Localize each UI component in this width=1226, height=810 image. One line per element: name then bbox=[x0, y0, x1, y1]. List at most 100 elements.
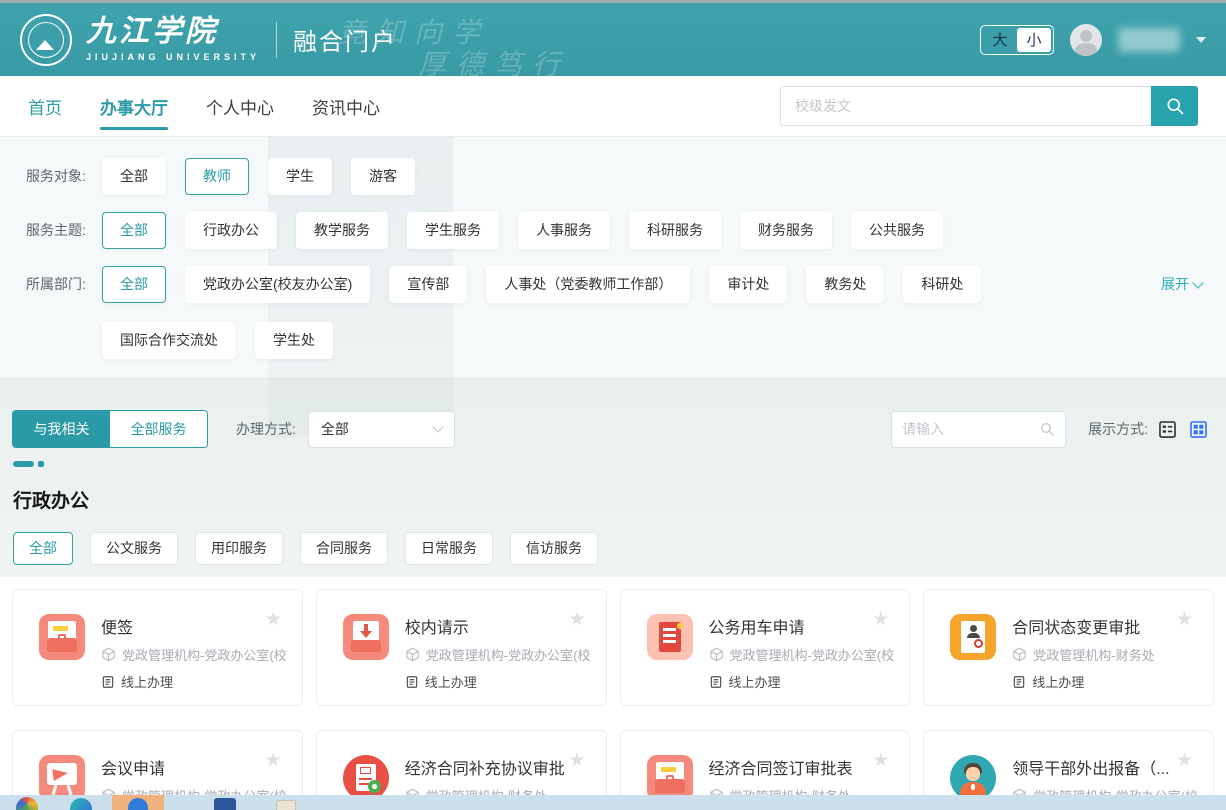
service-card[interactable]: 公务用车申请 党政管理机构-党政办公室(校... 线上办理 ★ bbox=[620, 589, 911, 706]
taskbar-folder-icon[interactable] bbox=[276, 800, 296, 810]
form-icon bbox=[709, 675, 723, 689]
filter-option[interactable]: 教师 bbox=[185, 158, 249, 195]
section-tab-用印服务[interactable]: 用印服务 bbox=[195, 532, 283, 565]
handle-mode-select[interactable]: 全部 bbox=[308, 411, 455, 448]
service-card[interactable]: 合同状态变更审批 党政管理机构-财务处 线上办理 ★ bbox=[923, 589, 1214, 706]
section-tab-全部[interactable]: 全部 bbox=[13, 532, 73, 565]
filter-row: 服务对象:全部教师学生游客 bbox=[0, 158, 1226, 195]
service-org: 党政管理机构-党政办公室(校... bbox=[122, 645, 286, 664]
taskbar-photos-icon[interactable] bbox=[16, 797, 38, 810]
filter-option[interactable]: 全部 bbox=[102, 212, 166, 249]
font-size-toggle: 大 小 bbox=[980, 25, 1054, 55]
filter-option[interactable]: 学生处 bbox=[255, 322, 333, 359]
font-large-button[interactable]: 大 bbox=[983, 28, 1017, 52]
portal-title: 融合门户 bbox=[293, 22, 397, 57]
service-search-input[interactable] bbox=[902, 421, 1039, 437]
filter-option[interactable]: 宣传部 bbox=[389, 266, 467, 303]
favorite-star-icon[interactable]: ★ bbox=[872, 610, 889, 629]
header-bar: 九江学院 JIUJIANG UNIVERSITY 融合门户 竟知向学 厚德笃行 … bbox=[0, 3, 1226, 76]
service-card[interactable]: 校内请示 党政管理机构-党政办公室(校... 线上办理 ★ bbox=[316, 589, 607, 706]
university-logo[interactable]: 九江学院 JIUJIANG UNIVERSITY bbox=[20, 14, 260, 66]
all-services-tab[interactable]: 全部服务 bbox=[110, 411, 207, 447]
filter-option[interactable]: 行政办公 bbox=[185, 212, 277, 249]
red-doc-icon bbox=[647, 614, 693, 660]
service-title: 经济合同签订审批表 bbox=[709, 755, 874, 779]
filter-option[interactable]: 审计处 bbox=[709, 266, 787, 303]
favorite-star-icon[interactable]: ★ bbox=[568, 610, 585, 629]
nav-tab-资讯中心[interactable]: 资讯中心 bbox=[312, 76, 380, 136]
search-icon[interactable] bbox=[1039, 421, 1055, 437]
favorite-star-icon[interactable]: ★ bbox=[568, 751, 585, 770]
display-mode-label: 展示方式: bbox=[1088, 419, 1148, 439]
filter-option[interactable]: 教学服务 bbox=[296, 212, 388, 249]
related-to-me-tab[interactable]: 与我相关 bbox=[13, 411, 110, 447]
grid-view-icon[interactable] bbox=[1189, 420, 1208, 439]
filter-row: 服务主题:全部行政办公教学服务学生服务人事服务科研服务财务服务公共服务 bbox=[0, 212, 1226, 249]
section-title: 行政办公 bbox=[13, 486, 89, 513]
chevron-down-icon bbox=[1192, 277, 1203, 288]
favorite-star-icon[interactable]: ★ bbox=[1176, 610, 1193, 629]
form-icon bbox=[405, 675, 419, 689]
filter-option[interactable]: 科研服务 bbox=[629, 212, 721, 249]
windows-taskbar[interactable] bbox=[0, 795, 1226, 810]
search-button[interactable] bbox=[1151, 86, 1198, 126]
filter-option[interactable]: 全部 bbox=[102, 266, 166, 303]
service-mode: 线上办理 bbox=[425, 672, 477, 691]
filter-option[interactable]: 教务处 bbox=[806, 266, 884, 303]
service-toolbar: 与我相关 全部服务 办理方式: 全部 展示方式: bbox=[0, 410, 1226, 448]
section-tab-合同服务[interactable]: 合同服务 bbox=[300, 532, 388, 565]
filter-option[interactable]: 人事处（党委教师工作部） bbox=[486, 266, 690, 303]
university-name-cn: 九江学院 bbox=[86, 17, 260, 47]
taskbar-browser-icon[interactable] bbox=[70, 798, 92, 810]
favorite-star-icon[interactable]: ★ bbox=[265, 751, 282, 770]
filter-option[interactable]: 游客 bbox=[351, 158, 415, 195]
university-name-en: JIUJIANG UNIVERSITY bbox=[86, 53, 260, 62]
user-avatar[interactable] bbox=[1070, 24, 1102, 56]
filter-option[interactable]: 人事服务 bbox=[518, 212, 610, 249]
package-icon bbox=[405, 647, 420, 662]
service-title: 校内请示 bbox=[405, 614, 570, 638]
filter-option[interactable]: 财务服务 bbox=[740, 212, 832, 249]
filter-option[interactable]: 全部 bbox=[102, 158, 166, 195]
service-search bbox=[891, 411, 1066, 448]
nav-tab-个人中心[interactable]: 个人中心 bbox=[206, 76, 274, 136]
list-view-icon[interactable] bbox=[1158, 420, 1177, 439]
expand-link[interactable]: 展开 bbox=[1161, 274, 1202, 294]
filter-option[interactable]: 国际合作交流处 bbox=[102, 322, 236, 359]
font-small-button[interactable]: 小 bbox=[1017, 28, 1051, 52]
filter-option[interactable]: 科研处 bbox=[903, 266, 981, 303]
chevron-down-icon bbox=[432, 421, 443, 432]
user-menu-caret-icon[interactable] bbox=[1196, 37, 1206, 43]
nav-tab-办事大厅[interactable]: 办事大厅 bbox=[100, 76, 168, 136]
filter-label: 服务主题: bbox=[26, 212, 102, 249]
section-tab-公文服务[interactable]: 公文服务 bbox=[90, 532, 178, 565]
service-title: 会议申请 bbox=[101, 755, 266, 779]
filter-option[interactable]: 公共服务 bbox=[851, 212, 943, 249]
header-divider bbox=[276, 22, 277, 58]
section-tab-信访服务[interactable]: 信访服务 bbox=[510, 532, 598, 565]
favorite-star-icon[interactable]: ★ bbox=[265, 610, 282, 629]
section-tab-日常服务[interactable]: 日常服务 bbox=[405, 532, 493, 565]
taskbar-word-icon[interactable] bbox=[214, 798, 236, 810]
service-title: 经济合同补充协议审批 bbox=[405, 755, 570, 779]
filter-option[interactable]: 学生服务 bbox=[407, 212, 499, 249]
university-seal-icon bbox=[20, 14, 72, 66]
service-mode: 线上办理 bbox=[1032, 672, 1084, 691]
global-search-input[interactable] bbox=[780, 86, 1151, 126]
nav-tab-首页[interactable]: 首页 bbox=[28, 76, 62, 136]
relevance-segmented-control: 与我相关 全部服务 bbox=[12, 410, 208, 448]
favorite-star-icon[interactable]: ★ bbox=[1176, 751, 1193, 770]
favorite-star-icon[interactable]: ★ bbox=[872, 751, 889, 770]
portal-page: 九江学院 JIUJIANG UNIVERSITY 融合门户 竟知向学 厚德笃行 … bbox=[0, 0, 1226, 810]
filter-label: 所属部门: bbox=[26, 266, 102, 303]
service-card[interactable]: 便签 党政管理机构-党政办公室(校... 线上办理 ★ bbox=[12, 589, 303, 706]
filter-option[interactable]: 学生 bbox=[268, 158, 332, 195]
filter-panel: 服务对象:全部教师学生游客服务主题:全部行政办公教学服务学生服务人事服务科研服务… bbox=[0, 158, 1226, 376]
package-icon bbox=[101, 647, 116, 662]
service-org: 党政管理机构-财务处 bbox=[1033, 645, 1197, 664]
service-title: 公务用车申请 bbox=[709, 614, 874, 638]
note-icon bbox=[39, 614, 85, 660]
filter-option[interactable]: 党政办公室(校友办公室) bbox=[185, 266, 370, 303]
download-doc-icon bbox=[343, 614, 389, 660]
service-title: 领导干部外出报备（... bbox=[1012, 755, 1177, 779]
